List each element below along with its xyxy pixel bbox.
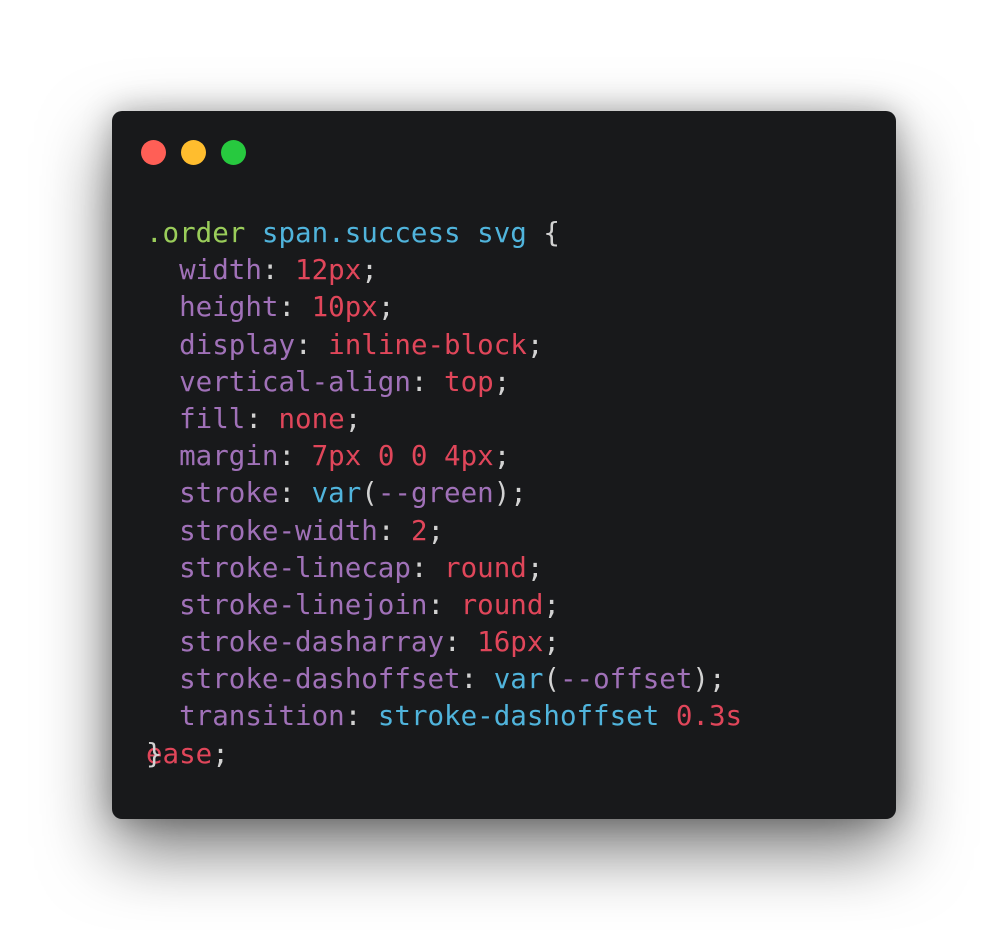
code-line-6: fill: none; <box>179 402 362 435</box>
close-brace: } <box>146 737 163 770</box>
code-line-13: stroke-dashoffset: var(--offset); <box>179 663 726 696</box>
property-name: margin <box>179 440 279 473</box>
close-button[interactable] <box>141 140 166 165</box>
property-name: fill <box>179 402 246 435</box>
selector-class: .order <box>146 217 246 249</box>
code-line-5: vertical-align: top; <box>179 365 511 398</box>
property-value: none <box>278 402 345 435</box>
property-name: display <box>179 328 296 361</box>
property-name: stroke <box>179 477 279 510</box>
property-name: stroke-width <box>179 514 378 547</box>
custom-property: --green <box>377 477 494 510</box>
code-block: .order span.success svg { width: 12px; h… <box>146 215 742 773</box>
property-name: height <box>179 291 279 324</box>
selector-tag: svg <box>477 217 527 249</box>
open-brace: { <box>526 217 560 249</box>
code-line-1: .order span.success svg { <box>146 215 742 252</box>
property-name: stroke-dasharray <box>179 626 445 659</box>
property-name: stroke-dashoffset <box>179 663 461 696</box>
function-name: var <box>493 663 544 696</box>
property-value: 10px <box>311 291 378 324</box>
code-line-15: ease;} <box>146 736 742 773</box>
property-value: 16px <box>477 626 544 659</box>
custom-property: --offset <box>559 663 693 696</box>
transition-property-value: stroke-dashoffset <box>377 700 660 733</box>
maximize-button[interactable] <box>221 140 246 165</box>
code-line-12: stroke-dasharray: 16px; <box>179 626 560 659</box>
code-line-3: height: 10px; <box>179 291 395 324</box>
property-value: top <box>444 365 494 398</box>
transition-duration-value: 0.3s <box>675 700 743 733</box>
minimize-button[interactable] <box>181 140 206 165</box>
property-name: stroke-linecap <box>179 551 411 584</box>
code-line-2: width: 12px; <box>179 254 378 287</box>
code-line-14: transition: stroke-dashoffset 0.3s <box>179 700 743 733</box>
property-value: round <box>460 588 544 621</box>
property-name: width <box>179 254 262 287</box>
property-value: 7px 0 0 4px <box>311 440 494 473</box>
property-name: vertical-align <box>179 365 411 398</box>
selector-compound: span.success <box>261 217 461 249</box>
code-line-8: stroke: var(--green); <box>179 477 527 510</box>
code-line-9: stroke-width: 2; <box>179 514 445 547</box>
property-value: round <box>444 551 527 584</box>
function-name: var <box>311 477 362 510</box>
property-name: transition <box>179 700 345 733</box>
code-window: .order span.success svg { width: 12px; h… <box>112 111 896 819</box>
property-value: 12px <box>295 254 362 287</box>
code-line-11: stroke-linejoin: round; <box>179 588 560 621</box>
property-value: 2 <box>410 514 428 547</box>
property-name: stroke-linejoin <box>179 588 428 621</box>
property-value: inline-block <box>328 328 527 361</box>
code-line-7: margin: 7px 0 0 4px; <box>179 440 511 473</box>
code-line-4: display: inline-block; <box>179 328 544 361</box>
code-line-10: stroke-linecap: round; <box>179 551 544 584</box>
